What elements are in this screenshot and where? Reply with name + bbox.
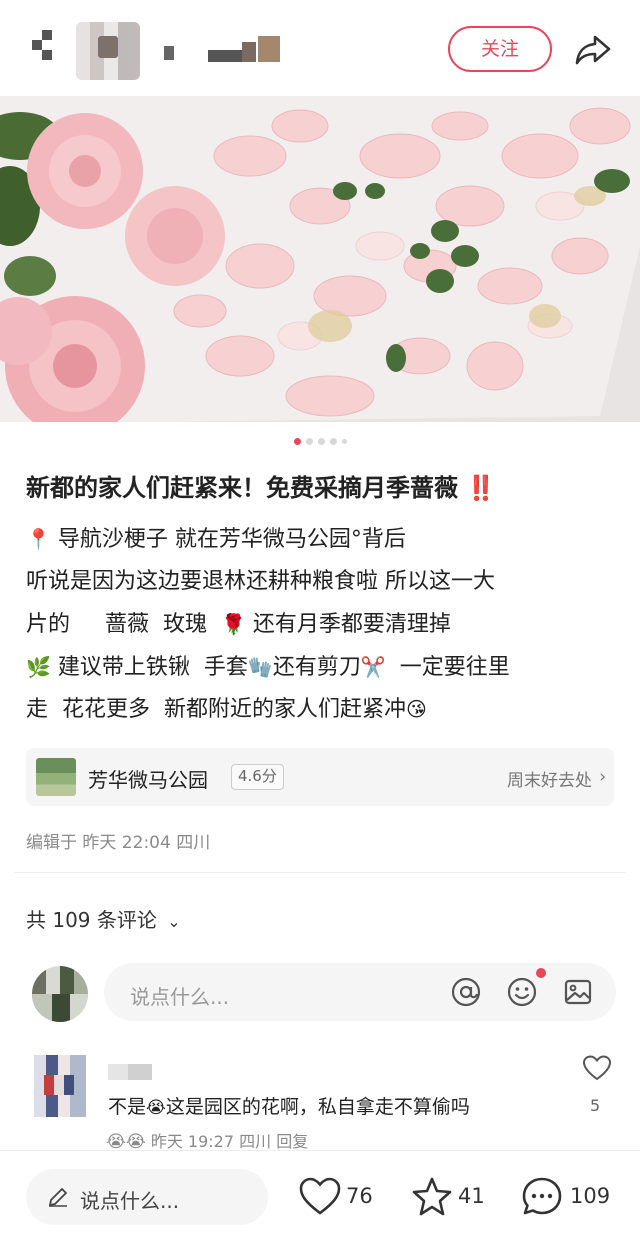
location-thumbnail: [36, 758, 76, 796]
post-line-text: 听说是因为这边要退林还耕种粮食啦 所以这一大: [26, 568, 495, 594]
star-icon: [412, 1177, 452, 1216]
current-user-avatar: [32, 966, 88, 1022]
like-button[interactable]: 76: [298, 1175, 378, 1219]
gloves-emoji: 🧤: [247, 654, 273, 679]
heart-icon: [299, 1177, 341, 1215]
comment-text-body: 这是园区的花啊，私自拿走不算偷吗: [165, 1096, 470, 1118]
commenter-avatar[interactable]: [34, 1055, 86, 1117]
post-line: 走 花花更多 新都附近的家人们赶紧冲😘: [26, 688, 626, 731]
author-name-redacted[interactable]: [160, 36, 288, 70]
post-body: 📍 导航沙梗子 就在芳华微马公园°背后 听说是因为这边要退林还耕种粮食啦 所以这…: [26, 518, 626, 731]
comment-like-count: 5: [590, 1096, 601, 1115]
divider: [14, 872, 626, 873]
comment-input[interactable]: 说点什么...: [104, 963, 616, 1021]
rose-petals-photo: [0, 96, 640, 422]
comment-text[interactable]: 不是😭这是园区的花啊，私自拿走不算偷吗: [108, 1092, 470, 1119]
post-title-text: 新都的家人们赶紧来！免费采摘月季蔷薇: [26, 474, 458, 502]
image-icon[interactable]: [562, 976, 594, 1008]
pencil-icon: [49, 1188, 67, 1207]
comment-count: 109: [570, 1184, 611, 1208]
post-line-text: 走 花花更多 新都附近的家人们赶紧冲: [26, 697, 406, 722]
comments-count-label: 共 109 条评论: [26, 908, 157, 932]
post-line-text: 建议带上铁锹 手套: [57, 654, 248, 680]
comment-text-prefix: 不是: [108, 1096, 147, 1118]
chevron-down-icon: ⌄: [167, 912, 181, 931]
bottom-input-placeholder: 说点什么...: [80, 1189, 180, 1213]
top-bar: 关注: [0, 0, 640, 96]
location-score-badge: 4.6分: [231, 764, 284, 790]
kiss-emoji: 😘: [405, 697, 427, 721]
post-line: 🌿 建议带上铁锹 手套🧤还有剪刀✂️ 一定要往里: [26, 646, 626, 689]
post-line: 📍 导航沙梗子 就在芳华微马公园°背后: [26, 518, 626, 561]
post-line: 片的 蔷薇 玫瑰 🌹 还有月季都要清理掉: [26, 603, 626, 646]
carousel-dot: [329, 438, 337, 445]
crying-emoji: 😭😭: [106, 1132, 146, 1152]
commenter-name-redacted[interactable]: [108, 1064, 152, 1080]
reply-button[interactable]: 回复: [276, 1132, 308, 1151]
carousel-dot: [317, 438, 325, 445]
notification-dot: [536, 968, 546, 978]
comment-meta: 😭😭 昨天 19:27 四川 回复: [106, 1128, 308, 1152]
emoji-icon[interactable]: [506, 976, 538, 1008]
post-line-text: 片的 蔷薇 玫瑰: [26, 612, 214, 637]
comments-count-toggle[interactable]: 共 109 条评论 ⌄: [26, 904, 181, 933]
back-icon[interactable]: [30, 30, 58, 70]
bottom-comment-input[interactable]: 说点什么...: [26, 1169, 268, 1225]
comment-button[interactable]: 109: [520, 1175, 620, 1219]
chevron-right-icon: ›: [599, 767, 606, 787]
post-line: 听说是因为这边要退林还耕种粮食啦 所以这一大: [26, 561, 626, 604]
collect-button[interactable]: 41: [410, 1175, 490, 1219]
post-line-text: 还有月季都要清理掉: [252, 612, 451, 637]
location-card[interactable]: 芳华微马公园 4.6分 周末好去处 ›: [26, 748, 614, 806]
carousel-dot: [305, 438, 313, 445]
follow-button[interactable]: 关注: [448, 26, 552, 72]
location-name: 芳华微马公园: [88, 768, 208, 792]
mention-icon[interactable]: [450, 976, 482, 1008]
heart-icon[interactable]: [582, 1054, 612, 1082]
like-count: 76: [346, 1184, 373, 1208]
comment-input-placeholder: 说点什么...: [130, 985, 230, 1009]
location-link[interactable]: 导航沙梗子 就在芳华微马公园: [58, 527, 351, 552]
post-line-text: 一定要往里: [385, 654, 510, 680]
rose-emoji: 🌹: [220, 612, 246, 636]
scissors-emoji: ✂️: [360, 654, 386, 679]
pin-emoji: 📍: [26, 527, 51, 551]
post-title: 新都的家人们赶紧来！免费采摘月季蔷薇 ‼️: [26, 470, 616, 506]
collect-count: 41: [458, 1184, 485, 1208]
location-tag: 周末好去处: [507, 771, 592, 791]
carousel-dot: [293, 438, 301, 445]
post-line-suffix: °背后: [350, 527, 406, 552]
herb-emoji: 🌿: [26, 654, 51, 679]
double-exclamation-emoji: ‼️: [466, 474, 497, 502]
post-image[interactable]: [0, 96, 640, 422]
crying-emoji: 😭: [146, 1098, 166, 1118]
comment-bubble-icon: [522, 1177, 562, 1215]
carousel-dot: [341, 439, 347, 444]
bottom-action-bar: 说点什么... 76 41 109: [0, 1150, 640, 1238]
post-line-text: 还有剪刀: [272, 654, 361, 680]
author-avatar[interactable]: [76, 22, 140, 80]
post-meta: 编辑于 昨天 22:04 四川: [26, 833, 211, 853]
share-icon[interactable]: [573, 29, 613, 69]
comment-time: 昨天 19:27 四川: [150, 1132, 272, 1151]
carousel-indicator: [0, 438, 640, 448]
